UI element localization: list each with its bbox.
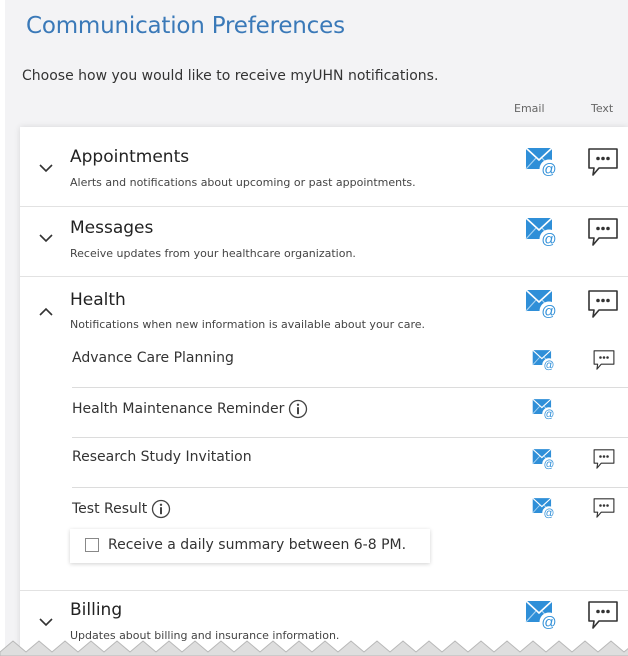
chevron-down-icon[interactable] <box>38 614 54 630</box>
health-item-research-study-invitation: Research Study Invitation <box>72 438 628 487</box>
health-item-label: Health Maintenance Reminder <box>72 401 285 417</box>
chevron-down-icon[interactable] <box>38 230 54 246</box>
page-subtitle: Choose how you would like to receive myU… <box>22 68 439 84</box>
text-message-icon[interactable] <box>586 145 620 179</box>
communication-preferences-page: Communication Preferences Choose how you… <box>5 0 628 656</box>
email-icon[interactable] <box>532 397 556 421</box>
health-item-label: Test Result <box>72 501 148 517</box>
email-icon[interactable] <box>532 348 556 372</box>
text-message-icon[interactable] <box>592 496 616 520</box>
text-message-icon[interactable] <box>586 598 620 632</box>
section-description: Receive updates from your healthcare org… <box>70 247 356 260</box>
text-message-icon[interactable] <box>586 215 620 249</box>
email-icon[interactable] <box>525 145 559 179</box>
section-title: Appointments <box>70 147 190 167</box>
health-item-test-result: Test Result <box>72 488 628 533</box>
chevron-down-icon[interactable] <box>38 160 54 176</box>
section-title: Health <box>70 290 126 310</box>
daily-summary-checkbox[interactable] <box>85 538 99 552</box>
health-item-advance-care-planning: Advance Care Planning <box>72 338 628 388</box>
email-icon[interactable] <box>525 287 559 321</box>
preferences-card: Appointments Alerts and notifications ab… <box>20 127 628 656</box>
health-item-label: Advance Care Planning <box>72 350 234 366</box>
text-message-icon[interactable] <box>592 348 616 372</box>
section-appointments: Appointments Alerts and notifications ab… <box>20 127 628 207</box>
section-title: Billing <box>70 600 123 620</box>
email-icon[interactable] <box>525 215 559 249</box>
daily-summary-option: Receive a daily summary between 6-8 PM. <box>70 529 430 563</box>
email-icon[interactable] <box>532 496 556 520</box>
health-item-health-maintenance-reminder: Health Maintenance Reminder <box>72 388 628 437</box>
section-title: Messages <box>70 218 154 238</box>
info-icon[interactable] <box>288 399 308 419</box>
section-description: Alerts and notifications about upcoming … <box>70 176 416 189</box>
section-messages: Messages Receive updates from your healt… <box>20 206 628 277</box>
health-item-label: Research Study Invitation <box>72 449 252 465</box>
page-title: Communication Preferences <box>26 13 345 39</box>
daily-summary-label: Receive a daily summary between 6-8 PM. <box>108 537 407 553</box>
email-column-header: Email <box>514 102 545 115</box>
chevron-up-icon[interactable] <box>38 304 54 320</box>
email-icon[interactable] <box>532 447 556 471</box>
text-message-icon[interactable] <box>592 447 616 471</box>
info-icon[interactable] <box>151 499 171 519</box>
section-description: Notifications when new information is av… <box>70 318 425 331</box>
email-icon[interactable] <box>525 598 559 632</box>
text-column-header: Text <box>591 102 614 115</box>
torn-edge <box>0 640 628 656</box>
text-message-icon[interactable] <box>586 287 620 321</box>
